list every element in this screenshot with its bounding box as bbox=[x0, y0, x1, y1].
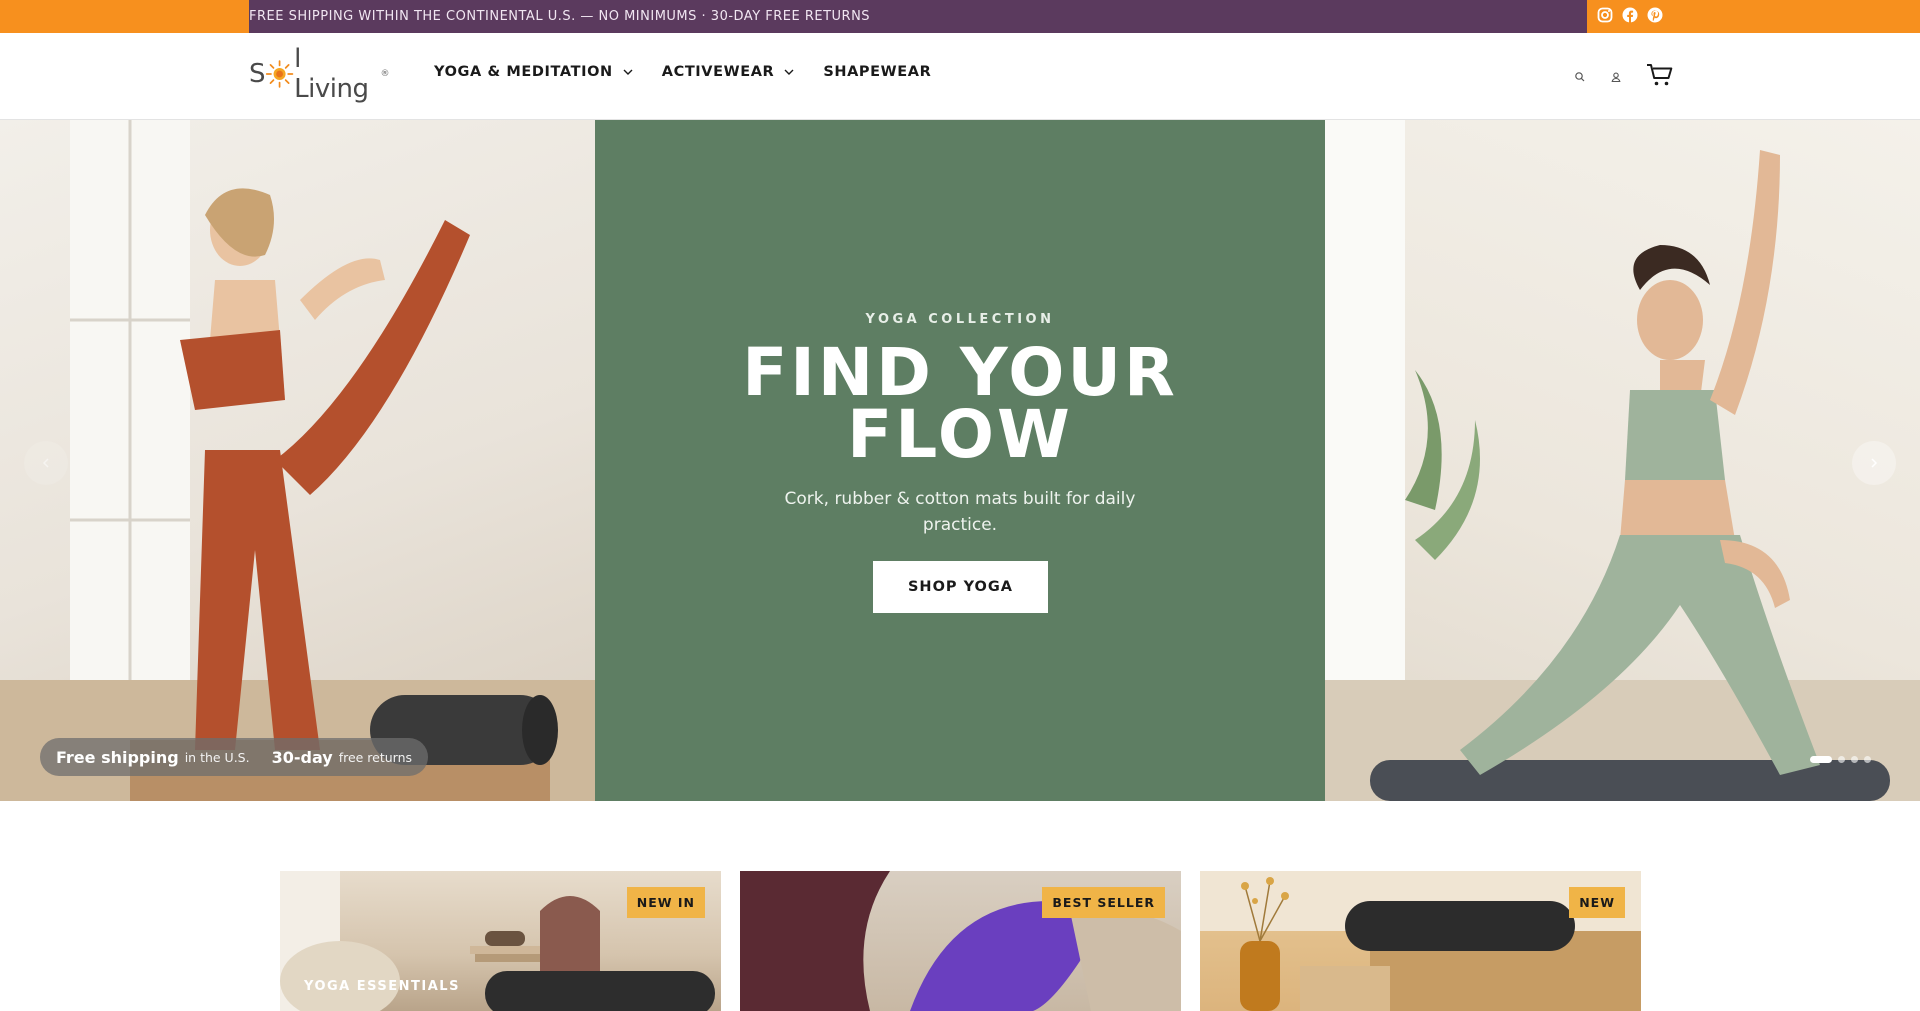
collection-card-yoga-essentials[interactable]: NEW IN YOGA ESSENTIALS bbox=[280, 871, 721, 1011]
site-header: S l Living ® YOGA & MEDITATION ACTIVEWEA… bbox=[0, 33, 1920, 120]
collection-card-new[interactable]: NEW bbox=[1200, 871, 1641, 1011]
hero-eyebrow: YOGA COLLECTION bbox=[865, 312, 1055, 327]
nav-label: ACTIVEWEAR bbox=[661, 64, 775, 80]
chevron-down-icon bbox=[623, 69, 633, 75]
brand-logo[interactable]: S l Living ® bbox=[249, 44, 389, 104]
logo-letter-s: S bbox=[249, 59, 266, 89]
pinterest-icon[interactable] bbox=[1647, 7, 1663, 23]
card-badge: BEST SELLER bbox=[1042, 887, 1165, 918]
announcement-text: FREE SHIPPING WITHIN THE CONTINENTAL U.S… bbox=[249, 9, 871, 24]
next-slide-button[interactable] bbox=[1852, 441, 1896, 485]
slide-dot-4[interactable] bbox=[1864, 756, 1871, 763]
slide-dots bbox=[1810, 756, 1871, 763]
pill-returns-bold: 30-day bbox=[271, 747, 333, 767]
main-nav: YOGA & MEDITATION ACTIVEWEAR SHAPEWEAR bbox=[434, 64, 931, 80]
account-icon[interactable] bbox=[1610, 68, 1622, 87]
social-links bbox=[1597, 7, 1663, 23]
card-badge: NEW bbox=[1569, 887, 1625, 918]
shipping-returns-pill: Free shipping in the U.S. 30-day free re… bbox=[40, 738, 429, 776]
hero-content-panel: YOGA COLLECTION FIND YOUR FLOW Cork, rub… bbox=[595, 120, 1325, 801]
hero-title-line2: FLOW bbox=[847, 396, 1073, 473]
hero-subtitle: Cork, rubber & cotton mats built for dai… bbox=[784, 489, 1136, 535]
hero-title-line1: FIND YOUR bbox=[742, 334, 1178, 411]
slide-dot-2[interactable] bbox=[1838, 756, 1845, 763]
announcement-bar: FREE SHIPPING WITHIN THE CONTINENTAL U.S… bbox=[0, 0, 1920, 33]
nav-activewear[interactable]: ACTIVEWEAR bbox=[662, 64, 796, 80]
card-badge: NEW IN bbox=[626, 887, 705, 918]
sun-icon bbox=[265, 60, 294, 88]
nav-label: SHAPEWEAR bbox=[823, 64, 932, 80]
cart-icon[interactable] bbox=[1646, 63, 1674, 91]
yoga-pose-illustration-left bbox=[0, 120, 595, 801]
announcement-strip: FREE SHIPPING WITHIN THE CONTINENTAL U.S… bbox=[249, 0, 1587, 33]
slide-dot-1[interactable] bbox=[1810, 756, 1832, 763]
chevron-down-icon bbox=[784, 69, 794, 75]
shop-yoga-button[interactable]: SHOP YOGA bbox=[873, 561, 1048, 613]
registered-mark: ® bbox=[380, 69, 390, 79]
logo-letters-rest: l Living bbox=[294, 44, 369, 104]
slide-dot-3[interactable] bbox=[1851, 756, 1858, 763]
hero-image-right bbox=[1325, 120, 1920, 801]
yoga-pose-illustration-right bbox=[1325, 120, 1920, 801]
logo-wordmark: S l Living ® bbox=[249, 44, 389, 104]
hero-image-left bbox=[0, 120, 595, 801]
nav-yoga-meditation[interactable]: YOGA & MEDITATION bbox=[434, 64, 634, 80]
search-icon[interactable] bbox=[1574, 68, 1586, 87]
prev-slide-button[interactable] bbox=[24, 441, 68, 485]
pill-returns-small: free returns bbox=[338, 749, 413, 765]
nav-shapewear[interactable]: SHAPEWEAR bbox=[823, 64, 931, 80]
pill-shipping-small: in the U.S. bbox=[184, 749, 250, 765]
pill-shipping-bold: Free shipping bbox=[56, 747, 179, 767]
chevron-left-icon bbox=[42, 458, 49, 468]
nav-label: YOGA & MEDITATION bbox=[434, 64, 613, 80]
chevron-right-icon bbox=[1871, 458, 1878, 468]
header-actions bbox=[1574, 63, 1674, 91]
collection-card-best-seller[interactable]: BEST SELLER bbox=[740, 871, 1181, 1011]
collection-cards: NEW IN YOGA ESSENTIALS BEST SELLER NEW bbox=[280, 871, 1641, 1011]
hero-title: FIND YOUR FLOW bbox=[595, 334, 1325, 473]
facebook-icon[interactable] bbox=[1622, 7, 1638, 23]
card-label: YOGA ESSENTIALS bbox=[304, 979, 460, 994]
hero-slideshow: YOGA COLLECTION FIND YOUR FLOW Cork, rub… bbox=[0, 120, 1920, 801]
instagram-icon[interactable] bbox=[1597, 7, 1613, 23]
